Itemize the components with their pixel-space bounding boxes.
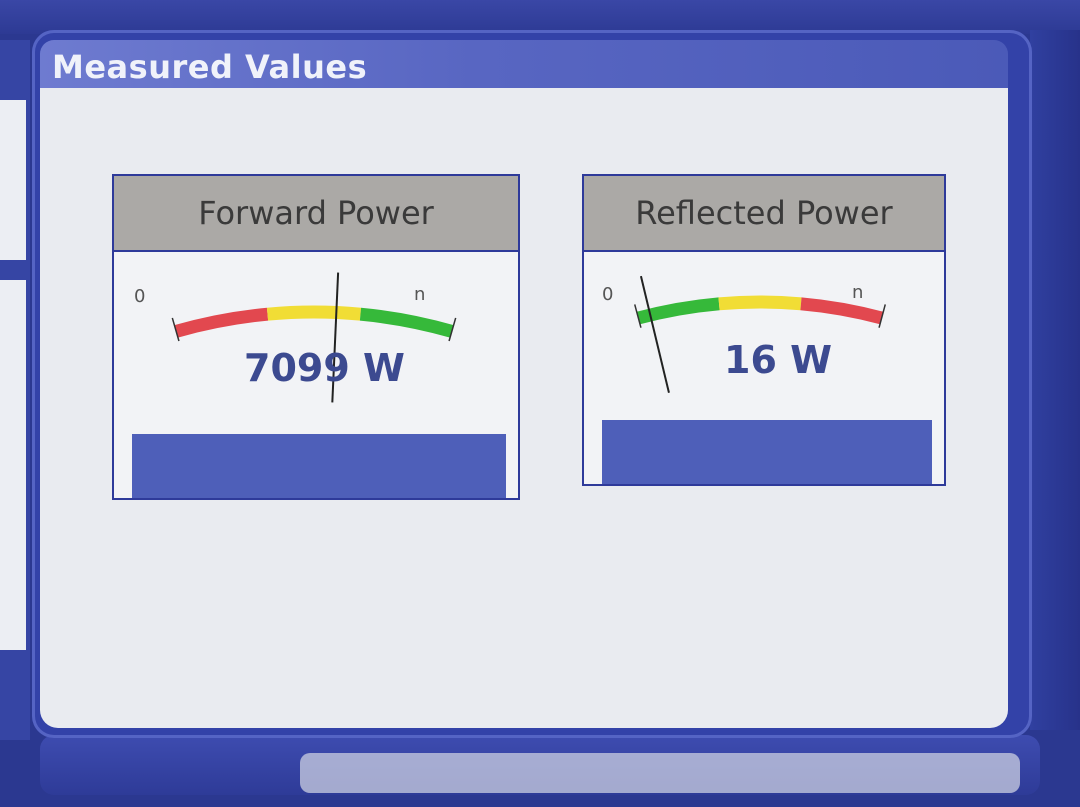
left-panel-segment <box>0 280 26 650</box>
left-panel-edge <box>0 40 30 740</box>
measured-values-window: Measured Values Forward Power 0 n 7099 W… <box>32 30 1032 738</box>
forward-power-label: Forward Power <box>198 194 434 232</box>
gauge-band-red <box>800 297 884 325</box>
forward-power-value: 7099 W <box>244 346 405 390</box>
forward-gauge-arc <box>171 305 457 342</box>
forward-power-gauge: 0 n 7099 W <box>114 252 518 498</box>
left-panel-segment <box>0 100 26 260</box>
reflected-gauge-base <box>602 420 932 484</box>
reflected-power-gauge: 0 n 16 W <box>584 252 944 484</box>
bottom-panel-inner <box>300 753 1020 793</box>
bottom-panel <box>40 735 1040 795</box>
window-title: Measured Values <box>52 48 368 86</box>
window-titlebar[interactable]: Measured Values <box>40 40 1008 92</box>
reflected-power-label: Reflected Power <box>635 194 893 232</box>
gauge-band-yellow <box>718 295 802 311</box>
reflected-power-value: 16 W <box>724 338 833 382</box>
reflected-gauge-arc <box>634 295 886 328</box>
forward-power-meter: Forward Power 0 n 7099 W <box>112 174 520 500</box>
forward-power-header: Forward Power <box>114 176 518 252</box>
reflected-gauge-needle <box>639 275 670 394</box>
gauge-band-green <box>359 307 454 338</box>
gauge-band-red <box>174 307 269 338</box>
reflected-power-meter: Reflected Power 0 n 16 W <box>582 174 946 486</box>
window-content: Forward Power 0 n 7099 W Reflected Power… <box>40 88 1008 728</box>
screen-bezel-top <box>0 0 1080 34</box>
right-panel-edge <box>1030 30 1080 730</box>
reflected-power-header: Reflected Power <box>584 176 944 252</box>
forward-gauge-base <box>132 434 506 498</box>
gauge-band-yellow <box>266 305 362 321</box>
